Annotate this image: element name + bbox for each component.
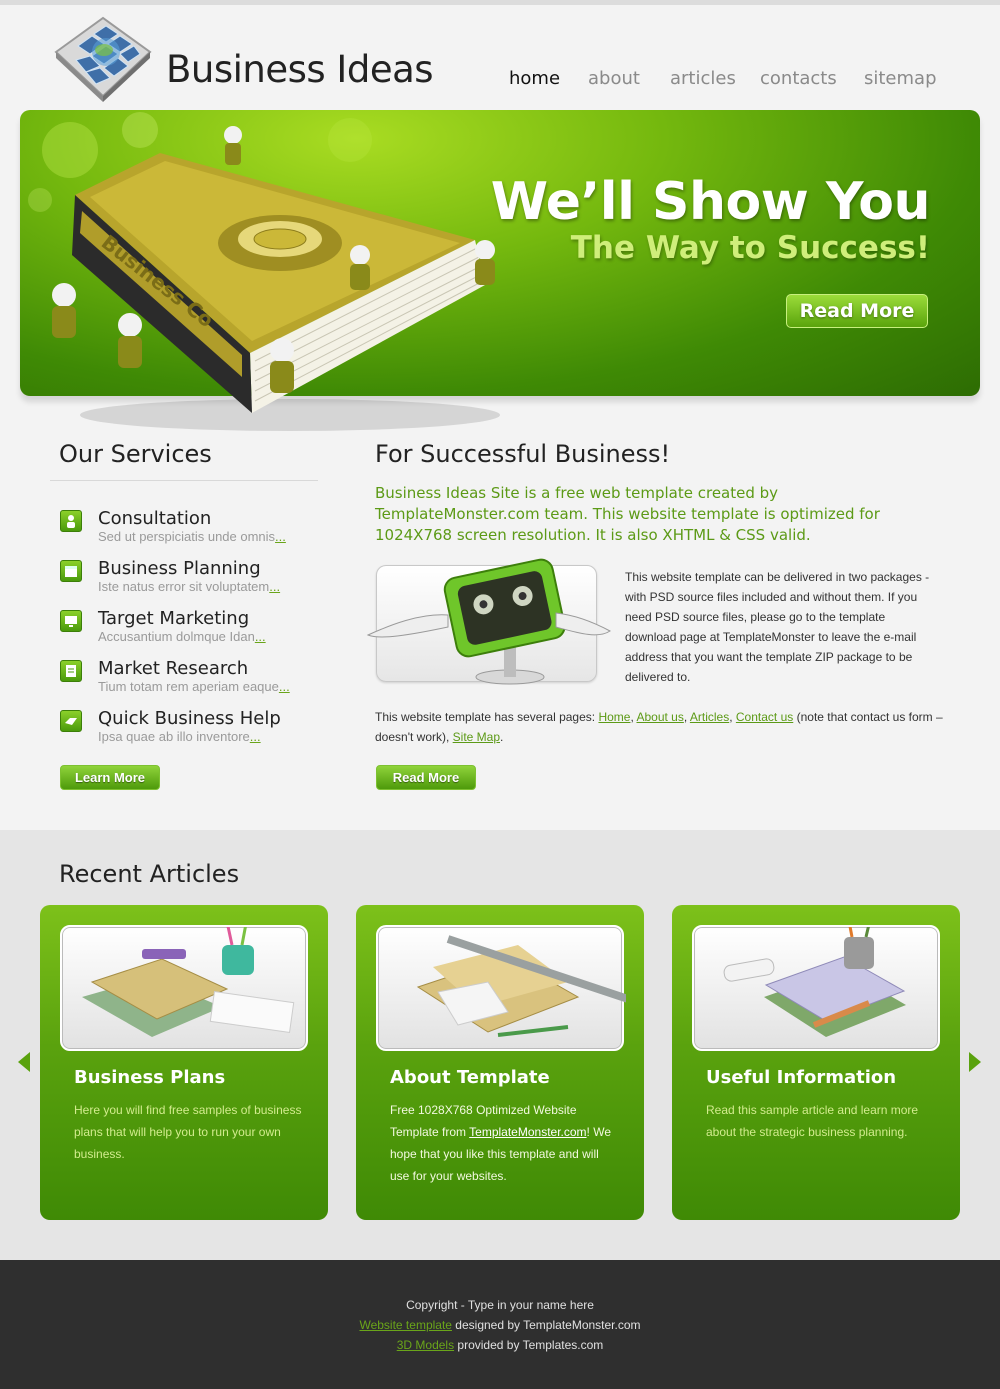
hero-subtitle: The Way to Success! xyxy=(570,230,930,266)
services-title: Our Services xyxy=(59,440,212,468)
link-about-us[interactable]: About us xyxy=(636,710,683,724)
binder-stapler-illustration xyxy=(82,912,295,1037)
service-desc: Iste natus error sit voluptatem... xyxy=(98,579,281,594)
service-title[interactable]: Target Marketing xyxy=(98,608,249,629)
nav-home[interactable]: home xyxy=(509,68,560,89)
service-more-link[interactable]: ... xyxy=(275,529,286,544)
business-intro: Business Ideas Site is a free web templa… xyxy=(375,484,880,544)
3d-models-link[interactable]: 3D Models xyxy=(397,1338,454,1352)
business-title: For Successful Business! xyxy=(375,440,671,468)
nav-articles[interactable]: articles xyxy=(670,68,736,89)
service-more-link[interactable]: ... xyxy=(255,629,266,644)
service-more-link[interactable]: ... xyxy=(250,729,261,744)
book-illustration: Business Co xyxy=(52,126,500,431)
article-image[interactable] xyxy=(376,925,630,1051)
article-card[interactable]: Useful Information Read this sample arti… xyxy=(672,902,960,1220)
service-title[interactable]: Business Planning xyxy=(98,558,261,579)
copyright-text: Copyright - Type in your name here xyxy=(406,1298,594,1312)
link-home[interactable]: Home xyxy=(598,710,630,724)
services-divider xyxy=(50,480,318,481)
service-more-link[interactable]: ... xyxy=(279,679,290,694)
main-nav: home about articles contacts sitemap xyxy=(500,68,950,96)
link-articles[interactable]: Articles xyxy=(690,710,729,724)
service-item[interactable]: Target Marketing Accusantium dolmque Ida… xyxy=(60,608,320,652)
arrow-right-icon[interactable] xyxy=(969,1052,981,1072)
article-card[interactable]: About Template Free 1028X768 Optimized W… xyxy=(356,905,644,1220)
article-title[interactable]: Useful Information xyxy=(706,1067,896,1088)
service-desc: Tium totam rem aperiam eaque... xyxy=(98,679,290,694)
website-template-link[interactable]: Website template xyxy=(359,1318,452,1332)
service-desc: Accusantium dolmque Idan... xyxy=(98,629,266,644)
hero-read-more-button[interactable]: Read More xyxy=(786,294,928,328)
top-bar xyxy=(0,0,1000,5)
templatemonster-link[interactable]: TemplateMonster.com xyxy=(469,1125,586,1139)
business-pages-text: This website template has several pages:… xyxy=(375,710,943,744)
article-image[interactable] xyxy=(692,902,940,1051)
footer-credit-template: Website template designed by TemplateMon… xyxy=(359,1318,641,1332)
service-item[interactable]: Business Planning Iste natus error sit v… xyxy=(60,558,320,602)
service-title[interactable]: Quick Business Help xyxy=(98,708,281,729)
service-desc: Sed ut perspiciatis unde omnis... xyxy=(98,529,286,544)
service-item[interactable]: Consultation Sed ut perspiciatis unde om… xyxy=(60,508,320,552)
monitor-icon xyxy=(60,610,82,632)
arrow-left-icon[interactable] xyxy=(18,1052,30,1072)
article-card[interactable]: Business Plans Here you will find free s… xyxy=(40,905,328,1220)
articles-title: Recent Articles xyxy=(59,860,240,888)
footer: Copyright - Type in your name here Websi… xyxy=(0,1260,1000,1389)
service-desc: Ipsa quae ab illo inventore... xyxy=(98,729,261,744)
consultation-icon xyxy=(60,510,82,532)
article-image[interactable] xyxy=(60,912,308,1051)
service-more-link[interactable]: ... xyxy=(269,579,280,594)
article-text: Read this sample article and learn more … xyxy=(706,1103,919,1139)
document-icon xyxy=(60,660,82,682)
service-title[interactable]: Market Research xyxy=(98,658,248,679)
monitor-mascot-illustration xyxy=(366,558,611,685)
article-text: Here you will find free samples of busin… xyxy=(74,1103,302,1161)
article-title[interactable]: About Template xyxy=(390,1067,550,1088)
hero-title: We’ll Show You xyxy=(490,172,931,232)
learn-more-button[interactable]: Learn More xyxy=(60,765,160,790)
nav-contacts[interactable]: contacts xyxy=(760,68,837,89)
footer-credit-models: 3D Models provided by Templates.com xyxy=(396,1338,604,1352)
nav-sitemap[interactable]: sitemap xyxy=(864,68,937,89)
nav-about[interactable]: about xyxy=(588,68,640,89)
business-body: This website template can be delivered i… xyxy=(625,570,930,684)
link-contact-us[interactable]: Contact us xyxy=(736,710,793,724)
logo-cube-icon[interactable] xyxy=(48,12,158,102)
service-item[interactable]: Market Research Tium totam rem aperiam e… xyxy=(60,658,320,702)
folder-ruler-illustration xyxy=(416,935,630,1037)
brand-title[interactable]: Business Ideas xyxy=(166,48,434,91)
article-text: Free 1028X768 Optimized Website Template… xyxy=(390,1103,611,1183)
service-title[interactable]: Consultation xyxy=(98,508,211,529)
read-more-button[interactable]: Read More xyxy=(376,765,476,790)
handshake-icon xyxy=(60,710,82,732)
calendar-icon xyxy=(60,560,82,582)
link-site-map[interactable]: Site Map xyxy=(453,730,500,744)
books-pencils-illustration xyxy=(723,902,906,1037)
article-title[interactable]: Business Plans xyxy=(74,1067,225,1088)
service-item[interactable]: Quick Business Help Ipsa quae ab illo in… xyxy=(60,708,320,752)
